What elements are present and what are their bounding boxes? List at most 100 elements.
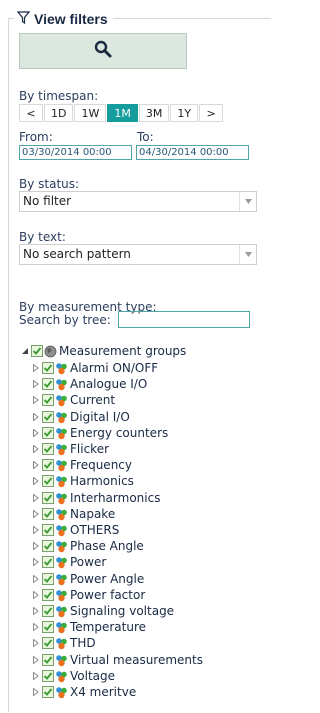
tree-item[interactable]: Voltage — [32, 668, 115, 684]
expand-icon[interactable] — [32, 457, 40, 473]
to-date-input[interactable]: 04/30/2014 00:00 — [136, 145, 249, 160]
checkbox[interactable] — [42, 556, 54, 568]
measurement-group-icon — [55, 686, 68, 699]
checkbox[interactable] — [42, 362, 54, 374]
checkbox[interactable] — [42, 654, 54, 666]
expand-icon[interactable] — [32, 571, 40, 587]
tree-item-label: Interharmonics — [70, 491, 161, 505]
expand-icon[interactable] — [32, 522, 40, 538]
tree-search-input[interactable] — [118, 311, 250, 328]
tree-item[interactable]: Power factor — [32, 587, 145, 603]
expand-icon[interactable] — [32, 392, 40, 408]
measurement-group-icon — [55, 411, 68, 424]
tree-root-label: Measurement groups — [59, 344, 187, 358]
tree-item[interactable]: Virtual measurements — [32, 652, 203, 668]
tree-item[interactable]: Energy counters — [32, 425, 168, 441]
tree-item-label: Temperature — [70, 620, 147, 634]
tree-item[interactable]: Power Angle — [32, 571, 144, 587]
tree-root[interactable]: Measurement groups — [21, 343, 186, 359]
expand-icon[interactable] — [32, 409, 40, 425]
checkbox[interactable] — [42, 621, 54, 633]
checkbox[interactable] — [42, 670, 54, 682]
checkbox[interactable] — [42, 378, 54, 390]
tree-item[interactable]: Flicker — [32, 441, 109, 457]
tree-item[interactable]: Napake — [32, 506, 115, 522]
expand-icon[interactable] — [32, 490, 40, 506]
checkbox[interactable] — [42, 459, 54, 471]
expand-icon[interactable] — [32, 473, 40, 489]
expand-icon[interactable] — [32, 554, 40, 570]
checkbox[interactable] — [42, 443, 54, 455]
measurement-group-icon — [55, 589, 68, 602]
to-label: To: — [137, 130, 154, 144]
expand-icon[interactable] — [32, 441, 40, 457]
view-filters-header[interactable]: View filters — [14, 9, 113, 28]
expand-icon[interactable] — [32, 652, 40, 668]
checkbox[interactable] — [42, 411, 54, 423]
expand-icon[interactable] — [32, 376, 40, 392]
tree-item[interactable]: Interharmonics — [32, 490, 160, 506]
tree-item[interactable]: OTHERS — [32, 522, 119, 538]
tree-item[interactable]: Digital I/O — [32, 409, 130, 425]
checkbox[interactable] — [42, 605, 54, 617]
tree-item[interactable]: Temperature — [32, 619, 146, 635]
tree-item[interactable]: Harmonics — [32, 473, 134, 489]
timespan-prev-button[interactable]: < — [19, 104, 43, 122]
tree-item-label: Voltage — [70, 669, 116, 683]
measurement-group-icon — [55, 556, 68, 569]
from-date-input[interactable]: 03/30/2014 00:00 — [19, 145, 132, 160]
text-filter-select[interactable]: No search pattern — [19, 244, 257, 265]
expand-icon[interactable] — [32, 603, 40, 619]
tree-item[interactable]: THD — [32, 635, 96, 651]
status-select[interactable]: No filter — [19, 191, 257, 212]
timespan-3m-button[interactable]: 3M — [138, 104, 170, 122]
tree-item[interactable]: Alarmi ON/OFF — [32, 360, 158, 376]
timespan-next-button[interactable]: > — [199, 104, 224, 122]
checkbox[interactable] — [42, 524, 54, 536]
tree-item[interactable]: Frequency — [32, 457, 132, 473]
expand-icon[interactable] — [32, 684, 40, 700]
expand-icon[interactable] — [32, 425, 40, 441]
expand-icon[interactable] — [32, 635, 40, 651]
timespan-1m-button[interactable]: 1M — [107, 104, 138, 122]
expand-icon[interactable] — [32, 619, 40, 635]
search-button[interactable] — [19, 33, 187, 69]
expand-icon[interactable] — [32, 506, 40, 522]
timespan-1d-button[interactable]: 1D — [44, 104, 74, 122]
tree-item-label: Analogue I/O — [70, 377, 148, 391]
expand-icon[interactable] — [32, 587, 40, 603]
checkbox[interactable] — [42, 508, 54, 520]
tree-item-label: Phase Angle — [70, 539, 144, 553]
measurement-group-icon — [55, 427, 68, 440]
tree-item-label: Current — [70, 393, 116, 407]
tree-item[interactable]: Power — [32, 554, 106, 570]
tree-item[interactable]: Phase Angle — [32, 538, 144, 554]
tree-item[interactable]: X4 meritve — [32, 684, 136, 700]
measurement-group-icon — [55, 540, 68, 553]
timespan-1y-button[interactable]: 1Y — [170, 104, 199, 122]
checkbox[interactable] — [42, 637, 54, 649]
checkbox[interactable] — [42, 686, 54, 698]
timespan-1w-button[interactable]: 1W — [74, 104, 107, 122]
tree-item[interactable]: Current — [32, 392, 115, 408]
tree-item[interactable]: Analogue I/O — [32, 376, 147, 392]
checkbox[interactable] — [42, 589, 54, 601]
expand-icon[interactable] — [32, 538, 40, 554]
expand-icon[interactable] — [32, 360, 40, 376]
expand-icon[interactable] — [32, 668, 40, 684]
globe-icon — [44, 345, 57, 358]
tree-item-label: Napake — [70, 507, 116, 521]
checkbox[interactable] — [42, 492, 54, 504]
checkbox[interactable] — [42, 427, 54, 439]
checkbox[interactable] — [42, 573, 54, 585]
tree-item[interactable]: Signaling voltage — [32, 603, 174, 619]
tree-item-label: Power factor — [70, 588, 146, 602]
checkbox[interactable] — [31, 345, 43, 357]
checkbox[interactable] — [42, 540, 54, 552]
timespan-buttons: < 1D 1W 1M 3M 1Y > — [19, 104, 224, 122]
checkbox[interactable] — [42, 394, 54, 406]
expand-icon[interactable] — [21, 343, 29, 359]
search-icon — [93, 39, 113, 63]
checkbox[interactable] — [42, 475, 54, 487]
measurement-group-icon — [55, 443, 68, 456]
